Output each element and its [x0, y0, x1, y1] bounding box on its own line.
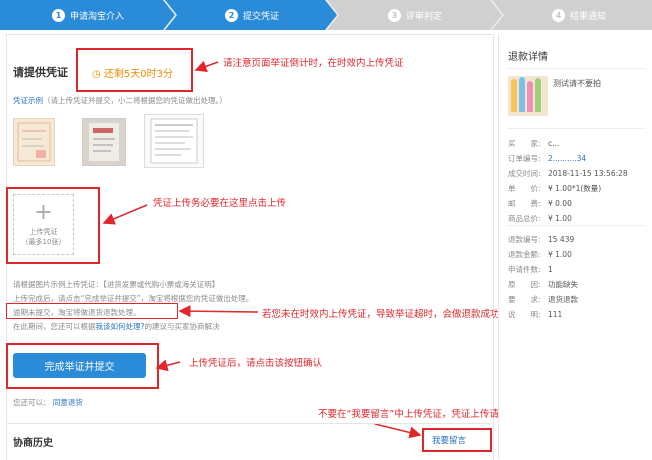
refund-info-row-label: 原 因:: [508, 280, 541, 289]
product-name[interactable]: 测试请不要拍: [553, 78, 601, 89]
order-info-row: 成交时间: 2018-11-15 13:56:28: [508, 168, 628, 179]
refund-info-row-value: 15 439: [548, 235, 575, 244]
example-image-1[interactable]: [13, 118, 55, 166]
product-thumbnail[interactable]: [508, 76, 548, 116]
instruction-line-3: 逾期未提交，淘宝将做退货退款处理。: [13, 308, 141, 317]
leave-message-link[interactable]: 我要留言: [432, 434, 466, 446]
instruction-line-4-prefix: 在此期间，您还可以根据: [13, 322, 96, 331]
order-info-row-value: ¥ 1.00: [548, 214, 572, 223]
order-info-row-label: 买 家:: [508, 139, 541, 148]
order-info-row-value: ¥ 1.00*1(数量): [548, 184, 602, 193]
submit-annotation: 上传凭证后，请点击该按钮确认: [189, 358, 323, 369]
order-info-row: 邮 费: ¥ 0.00: [508, 198, 572, 209]
also-line: 您还可以： 同意退货: [13, 397, 83, 408]
order-info-row-value: c...: [548, 139, 560, 148]
refund-info-row-value: 1: [548, 265, 553, 274]
upload-label: 上传凭证: [29, 228, 58, 236]
order-info-row-label: 商品总价:: [508, 214, 541, 223]
sidebar-divider-1: [508, 68, 646, 69]
submit-evidence-button[interactable]: 完成举证并提交: [13, 353, 146, 378]
example-line: 凭证示例（请上传凭证并提交，小二将根据您的凭证做出处理。）: [13, 95, 227, 106]
upload-limit: （最多10张）: [21, 238, 66, 246]
example-hint: （请上传凭证并提交，小二将根据您的凭证做出处理。）: [43, 96, 227, 105]
sidebar-divider-3: [508, 225, 646, 226]
instruction-line-1: 请根据图片示例上传凭证：【进货发票或代购小票或海关证明】: [13, 280, 220, 289]
invoice-sample-icon: [17, 122, 51, 162]
refund-info-row: 要 求: 退货退款: [508, 294, 578, 305]
order-info-row-value[interactable]: 2..........34: [548, 154, 586, 163]
refund-info-row: 原 因: 功能缺失: [508, 279, 578, 290]
refund-info-row: 申请件数: 1: [508, 264, 553, 275]
refund-detail-title: 退款详情: [508, 52, 548, 63]
refund-info-row-label: 说 明:: [508, 310, 541, 319]
receipt-sample-icon: [89, 123, 119, 161]
refund-info-row: 退款金额: ¥ 1.00: [508, 249, 572, 260]
upload-button[interactable]: + 上传凭证 （最多10张）: [13, 194, 74, 255]
example-link[interactable]: 凭证示例: [13, 96, 43, 105]
refund-info-row-value: 111: [548, 310, 563, 319]
also-label: 您还可以：: [13, 398, 51, 407]
plus-icon: +: [34, 200, 53, 225]
refund-info-row: 说 明: 111: [508, 309, 562, 320]
divider: [6, 423, 492, 424]
example-image-3[interactable]: [144, 114, 204, 168]
customs-document-sample-icon: [150, 118, 198, 164]
order-info-row: 商品总价: ¥ 1.00: [508, 213, 572, 224]
order-info-row: 买 家: c...: [508, 138, 559, 149]
order-info-row-label: 订单编号:: [508, 154, 541, 163]
product-image-icon: [511, 77, 541, 112]
refund-info-row: 退款编号: 15 439: [508, 234, 574, 245]
countdown-annotation: 请注意页面举证倒计时，在时效内上传凭证: [223, 58, 404, 69]
order-info-row-label: 单 价:: [508, 184, 541, 193]
how-to-handle-link[interactable]: 我该如何处理?: [96, 322, 145, 331]
order-info-row-value: ¥ 0.00: [548, 199, 572, 208]
overdue-annotation: 若您未在时效内上传凭证，导致举证超时，会做退款成功处理: [262, 309, 519, 320]
refund-info-row-value: 退货退款: [548, 295, 578, 304]
order-info-row-label: 成交时间:: [508, 169, 541, 178]
refund-info-row-label: 退款编号:: [508, 235, 541, 244]
order-info-row: 单 价: ¥ 1.00*1(数量): [508, 183, 601, 194]
order-info-row-value: 2018-11-15 13:56:28: [548, 169, 628, 178]
order-info-row-label: 邮 费:: [508, 199, 541, 208]
refund-info-row-value: ¥ 1.00: [548, 250, 572, 259]
example-image-2[interactable]: [82, 118, 126, 166]
refund-info-row-value: 功能缺失: [548, 280, 578, 289]
instruction-line-4: 在此期间，您还可以根据我该如何处理?的建议与买家协商解决: [13, 321, 219, 332]
refund-info-row-label: 退款金额:: [508, 250, 541, 259]
agree-return-link[interactable]: 同意退货: [53, 398, 83, 407]
history-title: 协商历史: [13, 438, 53, 449]
message-annotation: 不要在“我要留言”中上传凭证，凭证上传请看上面: [318, 409, 528, 420]
refund-info-row-label: 要 求:: [508, 295, 541, 304]
instruction-line-4-suffix: 的建议与买家协商解决: [144, 322, 220, 331]
refund-info-row-label: 申请件数:: [508, 265, 541, 274]
order-info-row: 订单编号: 2..........34: [508, 153, 586, 164]
sidebar-divider-2: [508, 128, 646, 129]
upload-annotation: 凭证上传务必要在这里点击上传: [153, 198, 287, 209]
